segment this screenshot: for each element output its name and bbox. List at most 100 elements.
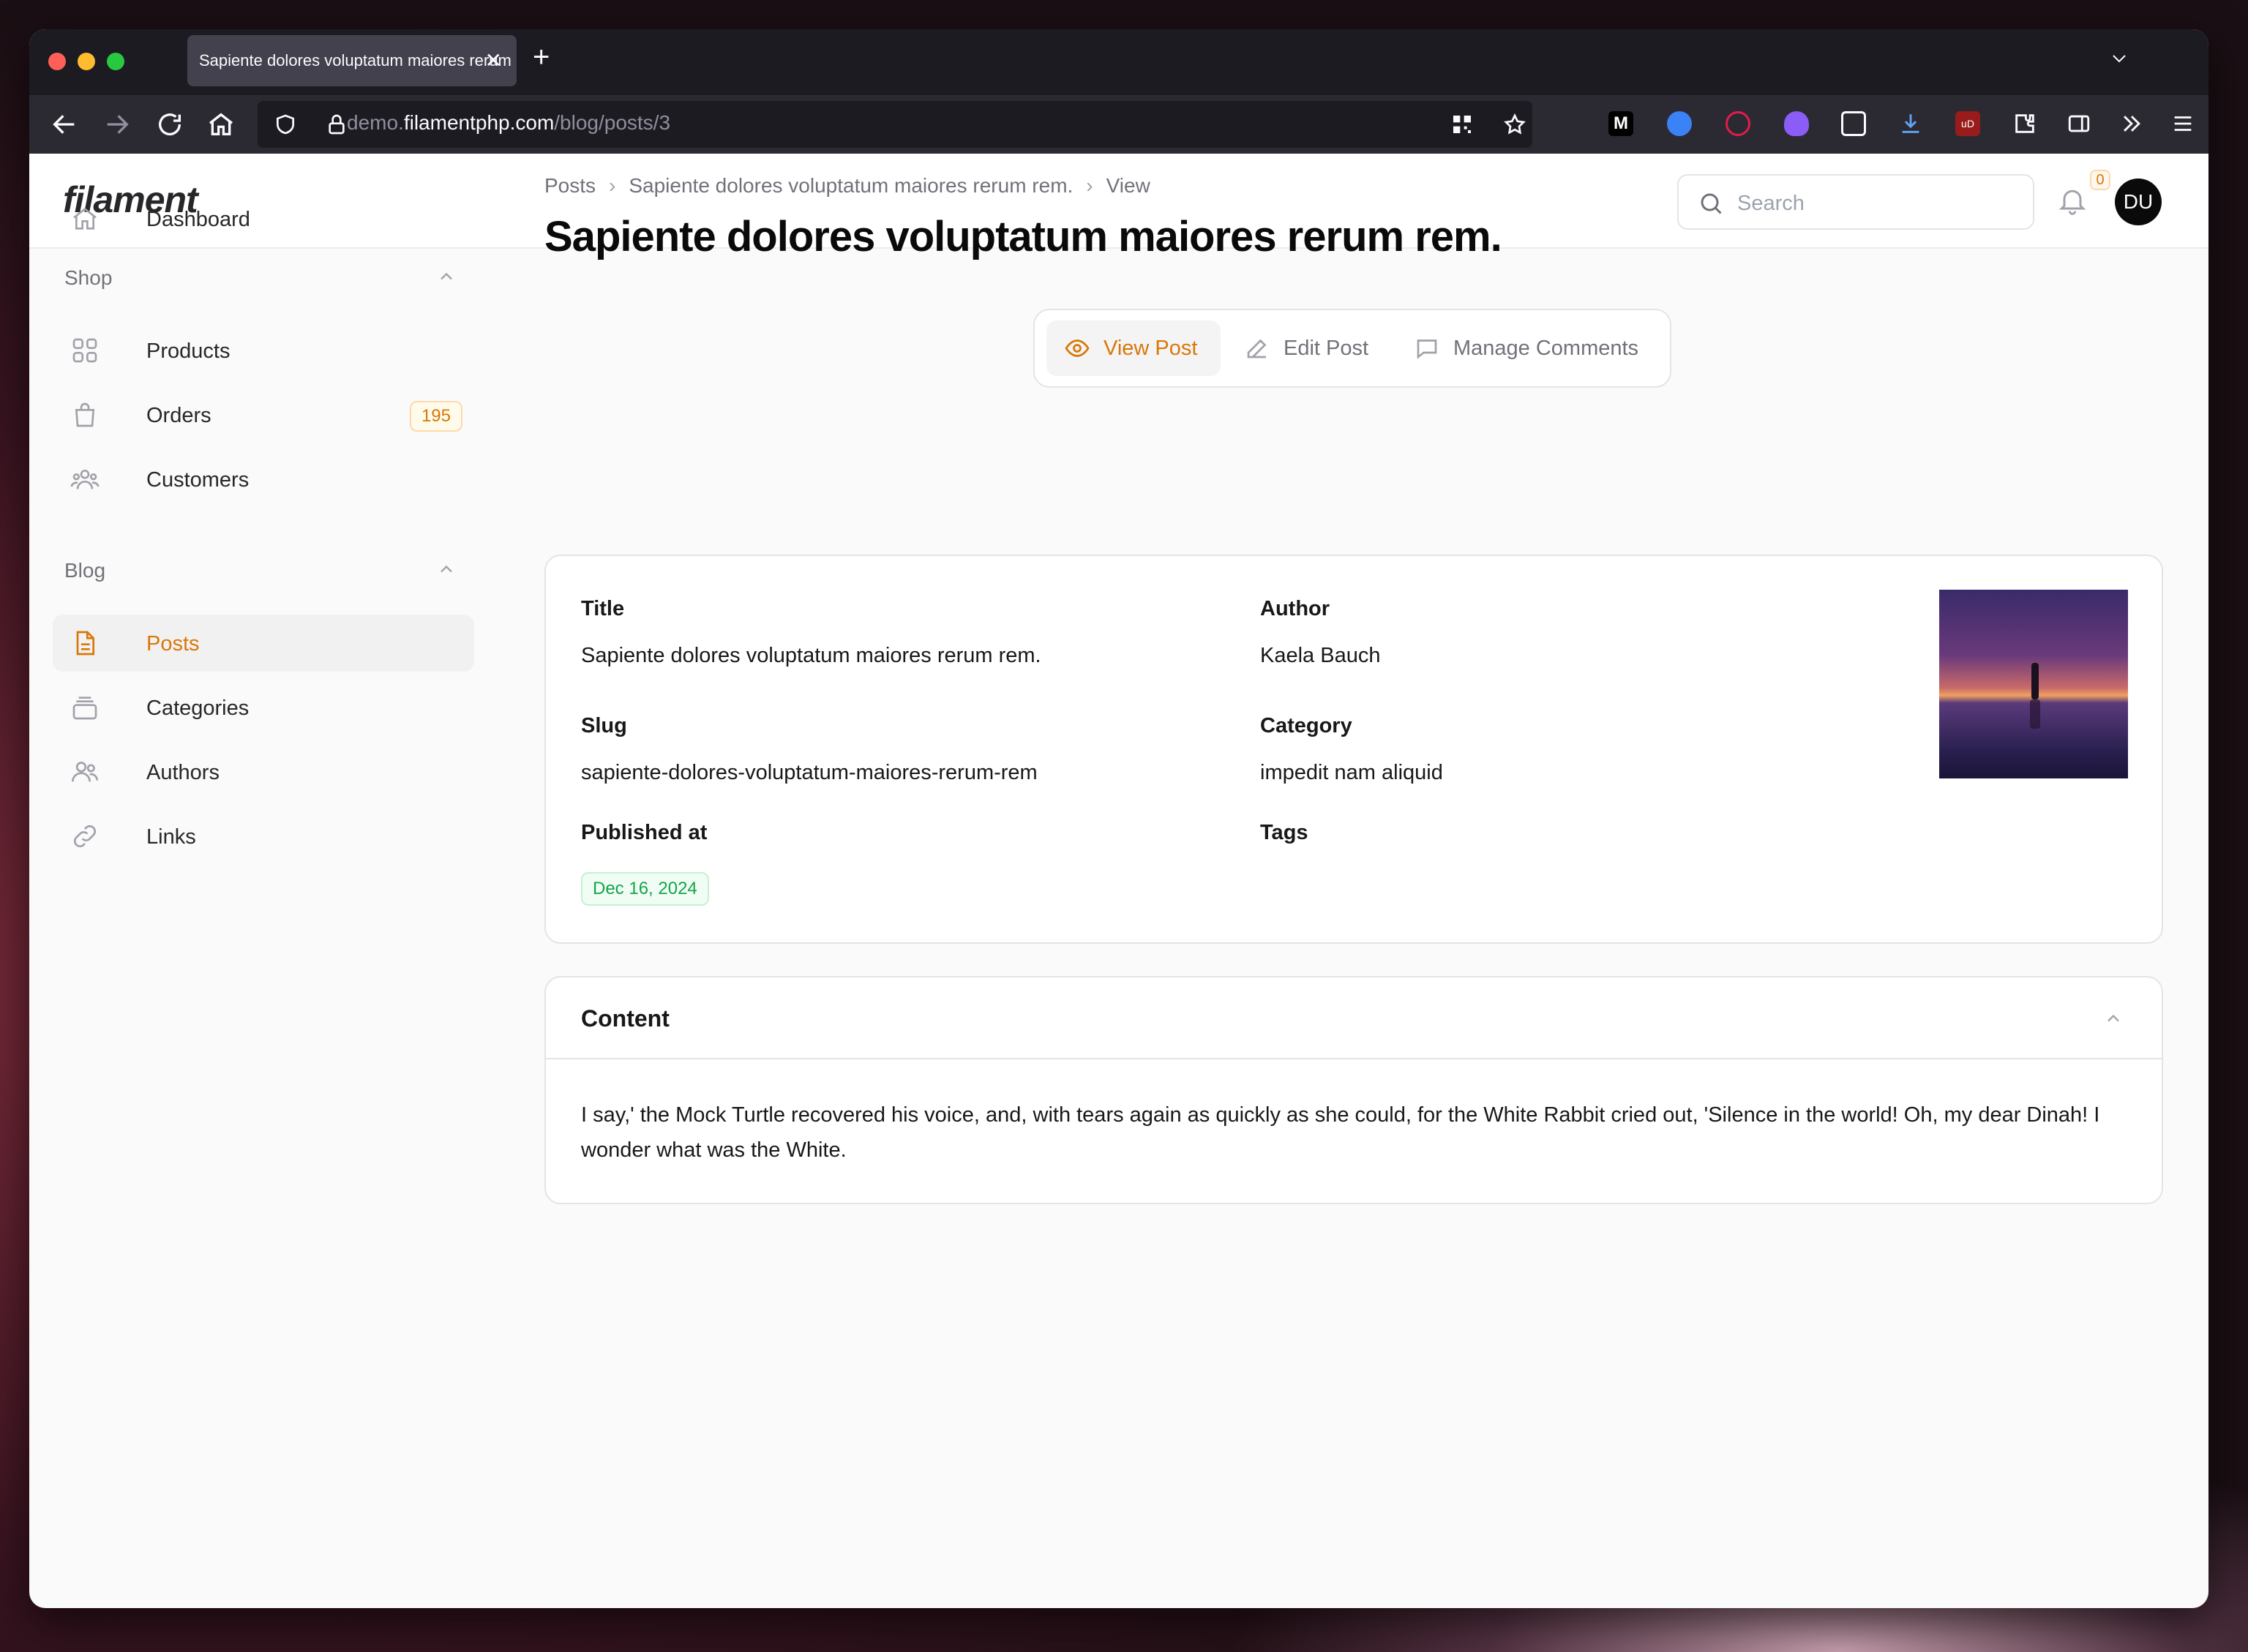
sidebar-group-blog[interactable]: Blog <box>64 559 105 582</box>
tags-label: Tags <box>1260 821 1308 844</box>
tab-label: Manage Comments <box>1453 337 1639 360</box>
extension-play-icon[interactable] <box>1726 111 1750 136</box>
notification-count-badge: 0 <box>2090 170 2110 190</box>
url-text: demo.filamentphp.com/blog/posts/3 <box>347 111 671 134</box>
close-window-button[interactable] <box>48 53 66 70</box>
browser-tabbar: Sapiente dolores voluptatum maiores reru… <box>29 29 2208 95</box>
bookmark-star-icon[interactable] <box>1503 113 1526 136</box>
eye-icon <box>1065 339 1090 357</box>
link-icon <box>73 825 97 848</box>
published-at-label: Published at <box>581 821 708 844</box>
tab-edit-post[interactable]: Edit Post <box>1226 320 1389 376</box>
sidebar-item-posts[interactable]: Posts <box>53 615 474 672</box>
tab-list-chevron-icon[interactable] <box>2110 50 2128 67</box>
hamburger-menu-icon[interactable] <box>2170 111 2195 136</box>
reload-icon[interactable] <box>155 110 184 139</box>
title-label: Title <box>581 597 625 620</box>
silhouette-figure <box>2031 663 2039 699</box>
extensions-puzzle-icon[interactable] <box>2012 111 2037 136</box>
sidebar-toggle-icon[interactable] <box>2067 111 2091 136</box>
search-icon <box>1701 193 1722 214</box>
content-body: I say,' the Mock Turtle recovered his vo… <box>581 1103 2100 1162</box>
sidebar-item-label: Orders <box>146 404 211 427</box>
silhouette-reflection <box>2030 699 2040 729</box>
minimize-window-button[interactable] <box>78 53 95 70</box>
sidebar-item-links[interactable]: Links <box>53 808 474 865</box>
sidebar-item-products[interactable]: Products <box>53 322 474 379</box>
close-tab-icon[interactable]: ✕ <box>485 35 502 86</box>
shopping-bag-icon <box>75 402 95 427</box>
global-search[interactable]: Search <box>1677 174 2034 230</box>
ublock-icon[interactable]: uD <box>1955 111 1980 136</box>
overflow-chevrons-icon[interactable] <box>2119 111 2144 136</box>
tab-label: Edit Post <box>1284 337 1369 360</box>
grid-icon <box>72 338 97 363</box>
back-arrow-icon[interactable] <box>50 110 79 139</box>
bell-icon[interactable] <box>2056 183 2088 218</box>
category-label: Category <box>1260 714 1352 737</box>
new-tab-button[interactable]: + <box>533 41 550 74</box>
browser-tab[interactable]: Sapiente dolores voluptatum maiores reru… <box>187 35 517 86</box>
record-tabs: View Post Edit Post Manage Comments <box>1033 309 1671 388</box>
post-image <box>1939 590 2128 778</box>
slug-label: Slug <box>581 714 627 737</box>
title-value: Sapiente dolores voluptatum maiores reru… <box>581 644 1041 667</box>
users-icon <box>72 762 99 782</box>
sidebar-item-label: Links <box>146 825 196 849</box>
content-heading: Content <box>581 1005 670 1032</box>
users-group-icon <box>70 470 100 489</box>
forward-arrow-icon[interactable] <box>102 110 132 139</box>
home-icon[interactable] <box>206 110 236 139</box>
breadcrumb-view: View <box>1106 174 1150 197</box>
shield-icon[interactable] <box>274 113 297 136</box>
extension-blue-circle-icon[interactable] <box>1667 111 1692 136</box>
category-value: impedit nam aliquid <box>1260 761 1443 784</box>
breadcrumb-record[interactable]: Sapiente dolores voluptatum maiores reru… <box>629 174 1073 197</box>
breadcrumb-posts[interactable]: Posts <box>544 174 596 197</box>
author-label: Author <box>1260 597 1330 620</box>
sidebar-item-dashboard[interactable]: Dashboard <box>53 190 474 247</box>
downloads-icon[interactable] <box>1898 111 1923 136</box>
user-avatar[interactable]: DU <box>2115 179 2162 225</box>
pencil-square-icon <box>1247 339 1267 358</box>
sidebar-item-label: Posts <box>146 632 200 656</box>
tab-manage-comments[interactable]: Manage Comments <box>1396 320 1664 376</box>
sidebar-item-authors[interactable]: Authors <box>53 743 474 800</box>
extension-crystal-icon[interactable] <box>1784 111 1809 136</box>
chevron-up-icon[interactable] <box>2103 1008 2124 1029</box>
extension-m-icon[interactable]: M <box>1608 111 1633 136</box>
page-title: Sapiente dolores voluptatum maiores reru… <box>544 213 1502 260</box>
tab-view-post[interactable]: View Post <box>1046 320 1221 376</box>
sidebar-item-label: Customers <box>146 468 250 492</box>
tab-label: View Post <box>1104 337 1198 360</box>
breadcrumb: Posts › Sapiente dolores voluptatum maiore… <box>544 174 1164 198</box>
home-icon <box>73 207 97 230</box>
qr-code-icon[interactable] <box>1450 113 1474 136</box>
search-placeholder: Search <box>1737 192 1805 215</box>
sidebar-item-categories[interactable]: Categories <box>53 679 474 736</box>
lock-icon[interactable] <box>325 113 348 136</box>
chevron-up-icon[interactable] <box>436 266 457 287</box>
rectangle-stack-icon <box>72 697 97 720</box>
chevron-right-icon: › <box>609 174 616 197</box>
sidebar-item-label: Categories <box>146 697 250 720</box>
sidebar-item-customers[interactable]: Customers <box>53 451 474 508</box>
browser-toolbar: demo.filamentphp.com/blog/posts/3 M uD <box>29 95 2208 154</box>
sidebar-item-label: Dashboard <box>146 208 250 231</box>
chevron-up-icon[interactable] <box>436 559 457 579</box>
browser-window: Sapiente dolores voluptatum maiores reru… <box>29 29 2208 1608</box>
published-date-badge: Dec 16, 2024 <box>581 872 709 906</box>
sidebar-item-label: Authors <box>146 761 220 784</box>
author-value: Kaela Bauch <box>1260 644 1381 667</box>
sidebar-item-label: Products <box>146 339 231 363</box>
sidebar-item-orders[interactable]: Orders 195 <box>53 386 474 443</box>
content-section-header[interactable]: Content <box>546 977 2162 1059</box>
zoom-window-button[interactable] <box>107 53 124 70</box>
slug-value: sapiente-dolores-voluptatum-maiores-reru… <box>581 761 1038 784</box>
chevron-right-icon: › <box>1086 174 1093 197</box>
orders-count-badge: 195 <box>409 401 462 432</box>
extension-screenshot-icon[interactable] <box>1841 111 1866 136</box>
browser-tab-title: Sapiente dolores voluptatum maiores reru… <box>199 51 517 70</box>
content-section: Content I say,' the Mock Turtle recovere… <box>544 976 2163 1204</box>
sidebar-group-shop[interactable]: Shop <box>64 266 112 290</box>
